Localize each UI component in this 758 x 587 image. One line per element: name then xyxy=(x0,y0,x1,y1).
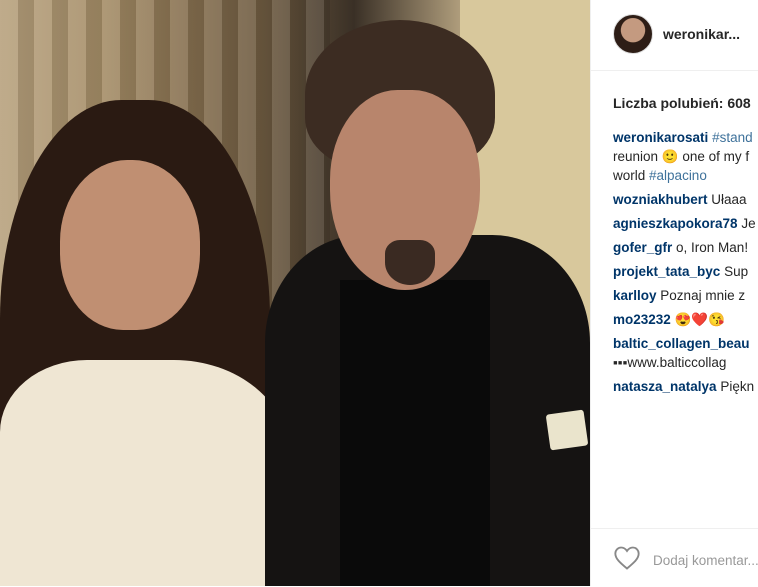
comment-user[interactable]: projekt_tata_byc xyxy=(613,264,720,279)
comment-item: natasza_natalya Piękn xyxy=(613,377,758,396)
caption-hashtag[interactable]: #stand xyxy=(712,130,753,145)
post-footer: Dodaj komentar... xyxy=(591,528,758,587)
username-link[interactable]: weronikar... xyxy=(663,26,740,42)
comment-item: gofer_gfr o, Iron Man! xyxy=(613,238,758,257)
pocket-square xyxy=(545,409,589,451)
comments-list: weronikarosati #stand reunion 🙂 one of m… xyxy=(613,128,758,396)
man-beard xyxy=(385,240,435,285)
caption-author[interactable]: weronikarosati xyxy=(613,130,708,145)
comment-user[interactable]: agnieszkapokora78 xyxy=(613,216,738,231)
add-comment-input[interactable]: Dodaj komentar... xyxy=(653,553,758,568)
caption-text: world xyxy=(613,168,646,183)
comment-item: agnieszkapokora78 Je xyxy=(613,214,758,233)
comment-text: 😍❤️😘 xyxy=(674,312,725,327)
caption-line-2: reunion 🙂 one of my f xyxy=(613,149,750,164)
comment-item: projekt_tata_byc Sup xyxy=(613,262,758,281)
comment-text-line: ▪▪▪www.balticcollag xyxy=(613,355,727,370)
woman-top xyxy=(0,360,290,586)
comment-user[interactable]: baltic_collagen_beau xyxy=(613,336,750,351)
post-side-panel: weronikar... Liczba polubień: 608 weroni… xyxy=(590,0,758,586)
comment-text: o, Iron Man! xyxy=(676,240,749,255)
woman-face xyxy=(60,160,200,330)
heart-icon[interactable] xyxy=(613,545,641,571)
comment-text: Sup xyxy=(724,264,749,279)
comment-item: wozniakhubert Ułaaa xyxy=(613,190,758,209)
comment-text: Poznaj mnie z xyxy=(660,288,746,303)
post-header: weronikar... xyxy=(591,0,758,71)
comment-user[interactable]: gofer_gfr xyxy=(613,240,672,255)
caption-line-1: weronikarosati #stand xyxy=(613,128,758,147)
comment-text: Ułaaa xyxy=(711,192,747,207)
comment-user[interactable]: wozniakhubert xyxy=(613,192,708,207)
comment-item: karlloy Poznaj mnie z xyxy=(613,286,758,305)
avatar[interactable] xyxy=(613,14,653,54)
comment-item: mo23232 😍❤️😘 xyxy=(613,310,758,329)
caption-hashtag-alpacino[interactable]: #alpacino xyxy=(649,168,707,183)
comment-item: baltic_collagen_beau xyxy=(613,334,758,353)
comment-text: Je xyxy=(741,216,756,231)
man-shirt xyxy=(340,280,490,586)
comment-text: Piękn xyxy=(720,379,755,394)
caption-line-3: world #alpacino xyxy=(613,166,758,185)
comment-user[interactable]: natasza_natalya xyxy=(613,379,717,394)
post-photo[interactable] xyxy=(0,0,590,586)
likes-count[interactable]: Liczba polubień: 608 xyxy=(613,95,751,111)
comment-user[interactable]: mo23232 xyxy=(613,312,671,327)
comment-user[interactable]: karlloy xyxy=(613,288,657,303)
